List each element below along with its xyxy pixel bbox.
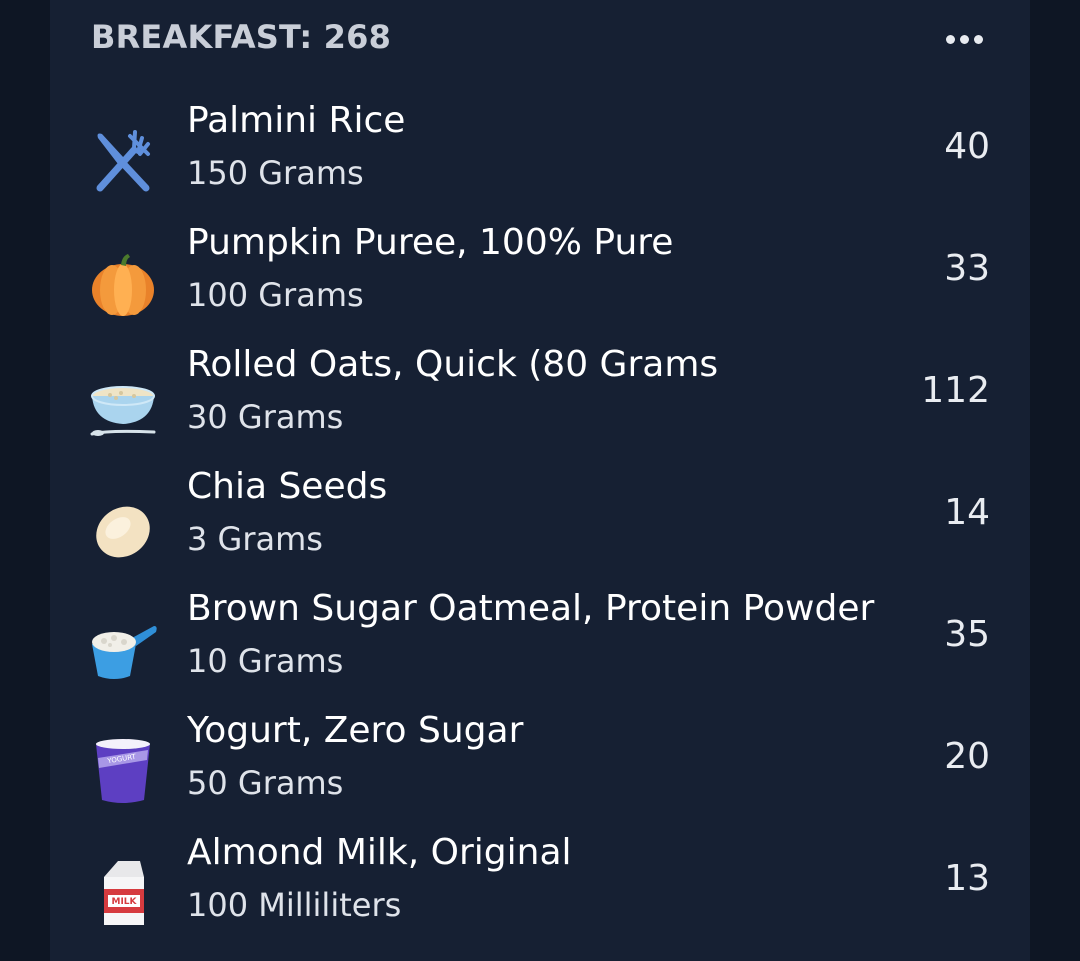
food-calories: 13	[944, 858, 990, 899]
measuring-scoop-icon	[88, 614, 158, 684]
food-entry-protein-powder[interactable]: Brown Sugar Oatmeal, Protein Powder 10 G…	[50, 586, 1030, 708]
right-gutter	[1030, 0, 1080, 961]
food-name: Yogurt, Zero Sugar	[187, 710, 524, 751]
food-entry-rolled-oats[interactable]: Rolled Oats, Quick (80 Grams 30 Grams 11…	[50, 342, 1030, 464]
fork-knife-icon	[88, 126, 158, 196]
food-entry-palmini-rice[interactable]: Palmini Rice 150 Grams 40	[50, 98, 1030, 220]
more-dot	[959, 34, 969, 44]
food-calories: 112	[921, 370, 990, 411]
seed-icon	[88, 492, 158, 562]
food-name: Palmini Rice	[187, 100, 406, 141]
more-dot	[973, 34, 983, 44]
food-calories: 14	[944, 492, 990, 533]
food-name: Chia Seeds	[187, 466, 388, 507]
food-calories: 35	[944, 614, 990, 655]
cereal-bowl-icon	[88, 370, 158, 440]
food-quantity: 100 Milliliters	[187, 886, 402, 924]
food-calories: 40	[944, 126, 990, 167]
food-quantity: 10 Grams	[187, 642, 344, 680]
food-entry-almond-milk[interactable]: MILK Almond Milk, Original 100 Millilite…	[50, 830, 1030, 952]
food-quantity: 150 Grams	[187, 154, 364, 192]
more-horizontal-icon	[945, 34, 955, 44]
food-entry-pumpkin-puree[interactable]: Pumpkin Puree, 100% Pure 100 Grams 33	[50, 220, 1030, 342]
meal-card-breakfast: BREAKFAST: 268 Palmini Rice 150 Grams 40	[50, 0, 1030, 961]
food-name: Rolled Oats, Quick (80 Grams	[187, 344, 719, 385]
food-entry-yogurt[interactable]: YOGURT Yogurt, Zero Sugar 50 Grams 20	[50, 708, 1030, 830]
food-quantity: 100 Grams	[187, 276, 364, 314]
food-calories: 20	[944, 736, 990, 777]
meal-title: BREAKFAST: 268	[91, 18, 392, 56]
food-quantity: 3 Grams	[187, 520, 323, 558]
food-name: Pumpkin Puree, 100% Pure	[187, 222, 674, 263]
left-gutter	[0, 0, 50, 961]
food-calories: 33	[944, 248, 990, 289]
pumpkin-icon	[88, 248, 158, 318]
food-name: Almond Milk, Original	[187, 832, 572, 873]
yogurt-cup-icon: YOGURT	[88, 736, 158, 806]
food-name: Brown Sugar Oatmeal, Protein Powder	[187, 588, 875, 629]
food-entry-chia-seeds[interactable]: Chia Seeds 3 Grams 14	[50, 464, 1030, 586]
food-quantity: 50 Grams	[187, 764, 344, 802]
more-options-button[interactable]	[940, 28, 988, 50]
meal-header: BREAKFAST: 268	[91, 18, 391, 56]
food-quantity: 30 Grams	[187, 398, 344, 436]
milk-carton-icon: MILK	[88, 858, 158, 928]
milk-label-text: MILK	[111, 897, 137, 907]
